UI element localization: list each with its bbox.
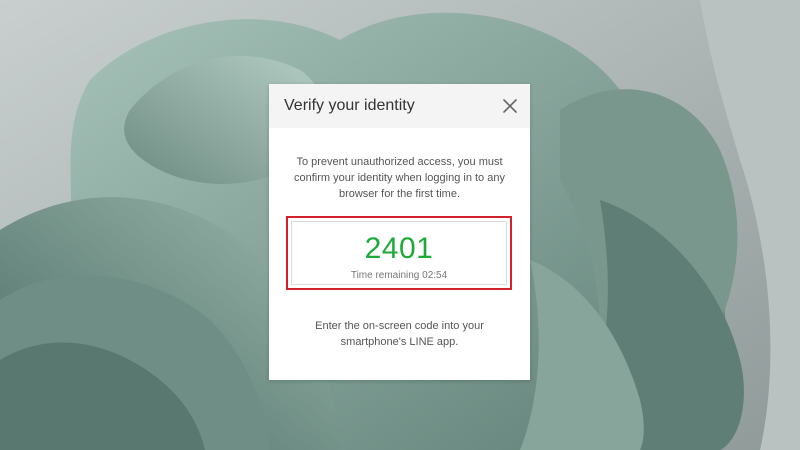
intro-text: To prevent unauthorized access, you must… xyxy=(294,156,505,200)
verify-identity-dialog: Verify your identity To prevent unauthor… xyxy=(269,84,530,380)
code-panel: 2401 Time remaining 02:54 xyxy=(291,221,507,285)
verification-code: 2401 xyxy=(364,232,434,265)
close-button[interactable] xyxy=(501,97,519,115)
instruction-text: Enter the on-screen code into your smart… xyxy=(315,320,484,348)
dialog-header: Verify your identity xyxy=(269,84,530,128)
close-icon xyxy=(503,99,517,113)
time-remaining: Time remaining 02:54 xyxy=(350,270,448,281)
code-highlight-box: 2401 Time remaining 02:54 xyxy=(286,216,512,290)
dialog-title: Verify your identity xyxy=(284,97,415,114)
desktop: Verify your identity To prevent unauthor… xyxy=(0,0,800,450)
